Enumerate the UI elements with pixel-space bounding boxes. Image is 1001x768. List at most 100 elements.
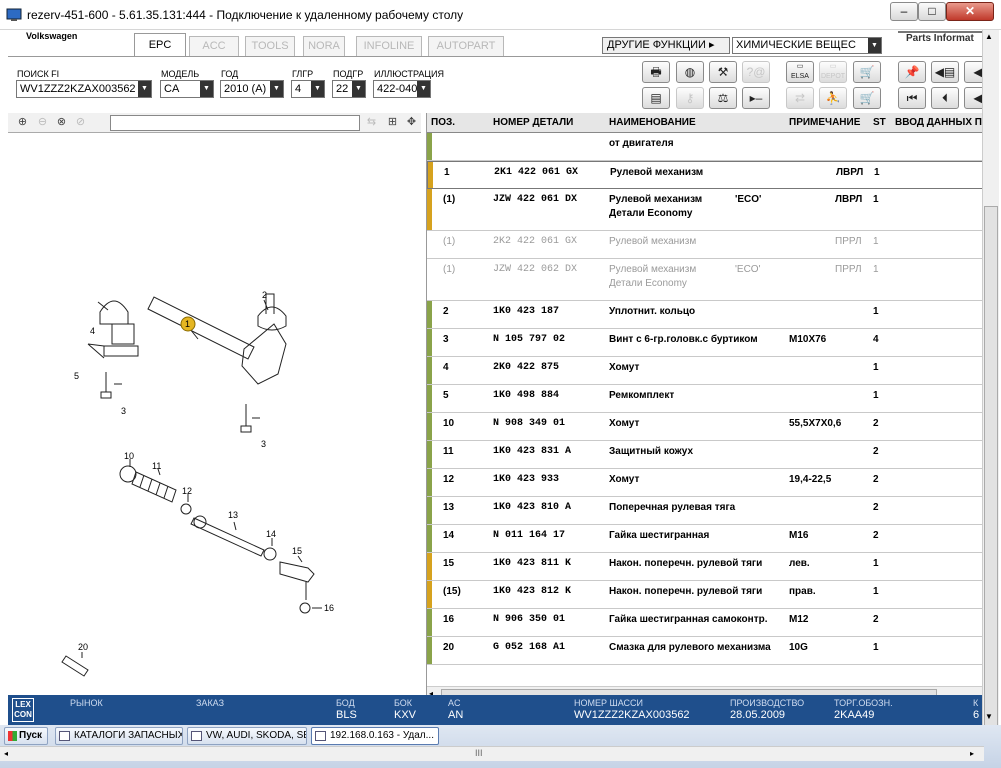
maximize-button[interactable]: □ — [918, 2, 946, 21]
person-button[interactable]: ⛹ — [819, 87, 847, 109]
callout-12[interactable]: 12 — [182, 486, 192, 496]
tools-button[interactable]: ⚒ — [709, 61, 737, 83]
table-row[interactable]: 10 N 908 349 01 Хомут 55,5X7X0,6 2 — [427, 413, 982, 441]
bottom-scrollbar[interactable]: ◂ III ▸ — [0, 746, 984, 761]
close-button[interactable]: ✕ — [946, 2, 994, 21]
task-remote-desktop[interactable]: 192.168.0.163 - Удал... — [311, 727, 439, 745]
callout-2[interactable]: 2 — [262, 290, 267, 300]
split-view-icon[interactable]: ⊞ — [384, 114, 401, 131]
col-number-header[interactable]: НОМЕР ДЕТАЛИ — [493, 117, 573, 128]
col-note-header[interactable]: ПРИМЕЧАНИЕ — [789, 117, 860, 128]
functions-select[interactable]: ХИМИЧЕСКИЕ ВЕЩЕС ▼ — [732, 37, 882, 54]
pin-button[interactable]: 📌 — [898, 61, 926, 83]
year-value: 2010 (A) — [224, 83, 267, 95]
callout-5[interactable]: 5 — [74, 371, 79, 381]
help-button[interactable]: ?@ — [742, 61, 770, 83]
callout-3[interactable]: 3 — [121, 406, 126, 416]
table-row[interactable]: 15 1K0 423 811 K Након. поперечн. рулевой … — [427, 553, 982, 581]
callout-16[interactable]: 16 — [324, 603, 334, 613]
callout-10[interactable]: 10 — [124, 451, 134, 461]
kit-part — [103, 345, 139, 357]
first-page-button[interactable]: ⏮ — [898, 87, 926, 109]
col-st-header[interactable]: ST — [873, 117, 886, 128]
list-prev-button[interactable]: ◀▤ — [931, 61, 959, 83]
table-row[interactable]: 2 1K0 423 187 Уплотнит. кольцо 1 — [427, 301, 982, 329]
table-row[interactable]: (1) JZW 422 062 DX Рулевой механизм 'ECO' Де… — [427, 259, 982, 301]
table-row[interactable]: 4 2K0 422 875 Хомут 1 — [427, 357, 982, 385]
tab-infoline[interactable]: INFOLINE — [356, 36, 422, 56]
scroll-grip[interactable]: III — [475, 748, 483, 758]
key-button[interactable]: ⚷ — [676, 87, 704, 109]
tab-tools[interactable]: TOOLS — [245, 36, 295, 56]
depot-icon: ▭ — [829, 63, 837, 70]
task-vw-audi[interactable]: VW, AUDI, SKODA, SEAT — [187, 727, 307, 745]
scroll-up-icon[interactable]: ▲ — [985, 32, 993, 41]
minus-button[interactable]: ▸‒ — [742, 87, 770, 109]
cart-button[interactable]: 🛒 — [853, 87, 881, 109]
illustration-select[interactable]: 422-040 ▼ — [373, 80, 431, 98]
table-row[interactable]: (1) 2K2 422 061 GX Рулевой механизм ПРРЛ 1 — [427, 231, 982, 259]
main-group-select[interactable]: 4 ▼ — [291, 80, 325, 98]
next-page-button[interactable]: ◀ — [964, 87, 982, 109]
zoom-fit-icon[interactable]: ⊘ — [72, 114, 89, 131]
zoom-area-icon[interactable]: ⊗ — [53, 114, 70, 131]
window-title-bar[interactable]: rezerv-451-600 - 5.61.35.131:444 - Подкл… — [0, 0, 1001, 30]
scroll-thumb[interactable] — [984, 206, 998, 736]
tab-autopart[interactable]: AUTOPART — [428, 36, 504, 56]
table-row[interactable]: 1 2K1 422 061 GX Рулевой механизм ЛВРЛ 1 — [427, 161, 982, 189]
callout-3b[interactable]: 3 — [261, 439, 266, 449]
col-name-header[interactable]: НАИМЕНОВАНИЕ — [609, 117, 696, 128]
transfer-button[interactable]: ⇄ — [786, 87, 814, 109]
callout-13[interactable]: 13 — [228, 510, 238, 520]
minimize-button[interactable]: ‒ — [890, 2, 918, 21]
tab-nora[interactable]: NORA — [303, 36, 345, 56]
table-row[interactable]: 14 N 011 164 17 Гайка шестигранная M16 2 — [427, 525, 982, 553]
table-row[interactable]: (15) 1K0 423 812 K Након. поперечн. рулево… — [427, 581, 982, 609]
scroll-down-icon[interactable]: ▼ — [985, 712, 993, 721]
tab-acc[interactable]: ACC — [189, 36, 239, 56]
col-pos-header[interactable]: ПОЗ. — [431, 117, 455, 128]
callout-4[interactable]: 4 — [90, 326, 95, 336]
year-select[interactable]: 2010 (A) ▼ — [220, 80, 284, 98]
table-row[interactable]: 16 N 906 350 01 Гайка шестигранная самокон… — [427, 609, 982, 637]
callout-20[interactable]: 20 — [78, 642, 88, 652]
previous-page-button[interactable]: ⏴ — [931, 87, 959, 109]
zoom-in-icon[interactable]: ⊕ — [14, 114, 31, 131]
tab-epc[interactable]: EPC — [134, 33, 186, 57]
sub-group-select[interactable]: 22 ▼ — [332, 80, 366, 98]
callout-15[interactable]: 15 — [292, 546, 302, 556]
other-functions-button[interactable]: ДРУГИЕ ФУНКЦИИ ▸ — [602, 37, 730, 54]
row-status-bar — [427, 497, 432, 524]
move-icon[interactable]: ✥ — [403, 114, 420, 131]
scale-button[interactable]: ⚖ — [709, 87, 737, 109]
zoom-out-icon[interactable]: ⊖ — [34, 114, 51, 131]
scroll-right-icon[interactable]: ▸ — [970, 749, 974, 758]
model-select[interactable]: CA ▼ — [160, 80, 214, 98]
depot-button[interactable]: ▭ DEPOT — [819, 61, 847, 83]
link-icon[interactable]: ⇆ — [363, 114, 380, 131]
callout-1[interactable]: 1 — [185, 319, 190, 329]
elsa-button[interactable]: ▭ ELSA — [786, 61, 814, 83]
list-next-button[interactable]: ◀ — [964, 61, 982, 83]
table-row[interactable]: 5 1K0 498 884 Ремкомплект 1 — [427, 385, 982, 413]
callout-11[interactable]: 11 — [152, 461, 161, 471]
cart-add-button[interactable]: 🛒 — [853, 61, 881, 83]
task-catalogs[interactable]: КАТАЛОГИ ЗАПАСНЫХ ... — [55, 727, 183, 745]
vertical-scrollbar[interactable]: ▲ ▼ — [982, 30, 999, 736]
table-row[interactable]: 20 G 052 168 A1 Смазка для рулевого механи… — [427, 637, 982, 665]
scroll-left-icon[interactable]: ◂ — [4, 749, 8, 758]
illustration-search-input[interactable] — [110, 115, 360, 131]
table-row[interactable]: 11 1K0 423 831 A Защитный кожух 2 — [427, 441, 982, 469]
table-row[interactable]: (1) JZW 422 061 DX Рулевой механизм 'ECO' Де… — [427, 189, 982, 231]
search-fi-select[interactable]: WV1ZZZ2KZAX003562 ▼ — [16, 80, 152, 98]
info-button[interactable]: ◍ — [676, 61, 704, 83]
parts-illustration[interactable]: 1 2 3 3 4 5 10 11 12 13 14 15 16 20 — [8, 134, 421, 724]
table-row[interactable]: 12 1K0 423 933 Хомут 19,4-22,5 2 — [427, 469, 982, 497]
table-row[interactable]: 3 N 105 797 02 Винт с 6-гр.головк.с буртик… — [427, 329, 982, 357]
start-button[interactable]: Пуск — [4, 727, 48, 745]
print-button[interactable]: 🖶 — [642, 61, 670, 83]
callout-14[interactable]: 14 — [266, 529, 276, 539]
col-input-header[interactable]: ВВОД ДАННЫХ П — [895, 117, 982, 128]
keyboard-button[interactable]: ▤ — [642, 87, 670, 109]
table-row[interactable]: 13 1K0 423 810 A Поперечная рулевая тяга 2 — [427, 497, 982, 525]
